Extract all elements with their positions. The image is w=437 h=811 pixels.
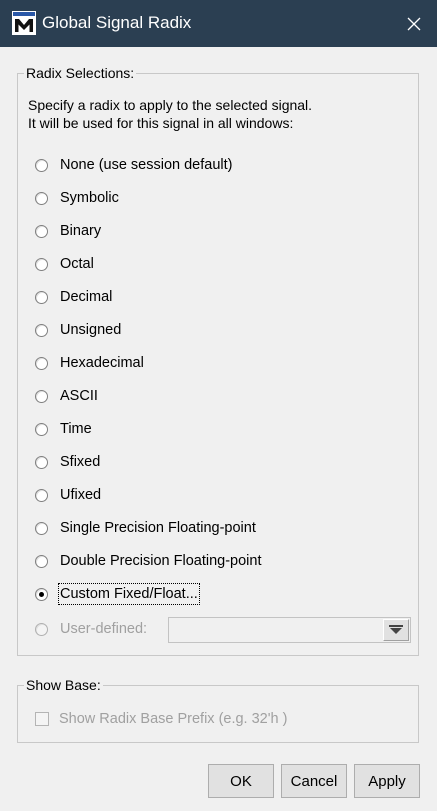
radio-button[interactable] (35, 422, 48, 436)
radio-option-row[interactable]: Binary (35, 221, 101, 241)
dropdown-arrow-icon (389, 625, 403, 634)
close-button[interactable] (391, 0, 437, 47)
user-defined-combobox[interactable] (168, 617, 411, 643)
show-base-prefix-checkbox[interactable] (35, 712, 49, 726)
radio-user-defined[interactable]: User-defined: (35, 619, 147, 639)
radio-option-row[interactable]: Sfixed (35, 452, 100, 472)
radio-option-row[interactable]: ASCII (35, 386, 98, 406)
radio-option-label: Binary (60, 223, 102, 239)
radix-selections-legend: Radix Selections: (24, 65, 137, 82)
radio-button[interactable] (35, 158, 48, 172)
radio-option-row[interactable]: Symbolic (35, 188, 119, 208)
close-icon (407, 17, 421, 30)
radio-option-label: Sfixed (60, 454, 101, 470)
radio-option-label: Custom Fixed/Float... (58, 583, 200, 605)
radio-button[interactable] (35, 587, 48, 601)
radio-option-row[interactable]: Octal (35, 254, 94, 274)
radio-option-label: Hexadecimal (60, 355, 144, 371)
radio-button[interactable] (35, 455, 48, 469)
show-base-prefix-option[interactable]: Show Radix Base Prefix (e.g. 32'h ) (35, 709, 287, 729)
radio-button[interactable] (35, 191, 48, 205)
apply-button[interactable]: Apply (354, 764, 420, 798)
radix-description-line2: It will be used for this signal in all w… (28, 115, 294, 131)
radio-button[interactable] (35, 224, 48, 238)
radio-option-row[interactable]: Single Precision Floating-point (35, 518, 256, 538)
radio-button[interactable] (35, 521, 48, 535)
radio-option-row[interactable]: Time (35, 419, 92, 439)
title-bar: Global Signal Radix (0, 0, 437, 47)
radio-button[interactable] (35, 488, 48, 502)
radio-button[interactable] (35, 323, 48, 337)
radio-button[interactable] (35, 554, 48, 568)
radio-button[interactable] (35, 257, 48, 271)
radio-button[interactable] (35, 389, 48, 403)
radio-button[interactable] (35, 622, 48, 636)
radix-description-line1: Specify a radix to apply to the selected… (28, 97, 313, 113)
show-base-legend: Show Base: (24, 677, 103, 694)
radio-option-row[interactable]: Hexadecimal (35, 353, 144, 373)
radio-option-label: ASCII (60, 388, 98, 404)
radio-option-label: Time (60, 421, 92, 437)
combo-dropdown-button[interactable] (383, 619, 409, 641)
cancel-button[interactable]: Cancel (281, 764, 347, 798)
radio-option-row[interactable]: Unsigned (35, 320, 121, 340)
radio-option-label: None (use session default) (60, 157, 233, 173)
radio-button[interactable] (35, 290, 48, 304)
radio-option-row[interactable]: Double Precision Floating-point (35, 551, 262, 571)
radio-option-label: Octal (60, 256, 94, 272)
radio-option-row[interactable]: None (use session default) (35, 155, 233, 175)
radio-option-label: Decimal (60, 289, 113, 305)
radio-option-label: Symbolic (60, 190, 119, 206)
radio-option-row[interactable]: Custom Fixed/Float... (35, 583, 200, 605)
radio-button[interactable] (35, 356, 48, 370)
radio-option-label: Double Precision Floating-point (60, 553, 262, 569)
modelsim-logo-icon (12, 11, 36, 35)
user-defined-label: User-defined: (60, 621, 148, 637)
ok-button[interactable]: OK (208, 764, 274, 798)
radio-option-row[interactable]: Ufixed (35, 485, 101, 505)
radio-option-label: Unsigned (60, 322, 122, 338)
radio-option-label: Single Precision Floating-point (60, 520, 256, 536)
radio-option-row[interactable]: Decimal (35, 287, 112, 307)
show-base-prefix-label: Show Radix Base Prefix (e.g. 32'h ) (59, 711, 288, 727)
window-title: Global Signal Radix (42, 13, 192, 32)
radio-option-label: Ufixed (60, 487, 102, 503)
